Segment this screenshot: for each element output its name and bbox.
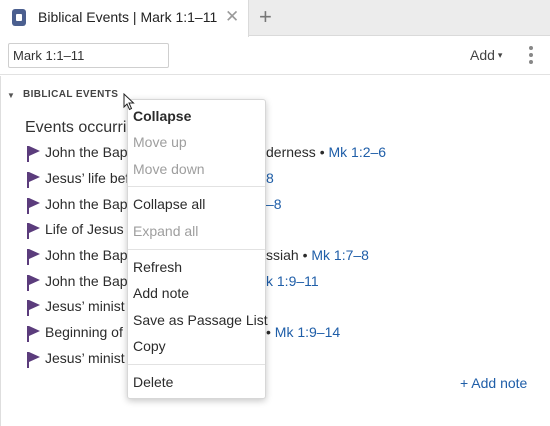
menu-item-move-down: Move down xyxy=(133,161,205,177)
event-label: Beginning of xyxy=(45,324,123,340)
section-title[interactable]: BIBLICAL EVENTS xyxy=(23,89,118,100)
flag-icon xyxy=(26,172,40,188)
event-label: John the Bap xyxy=(45,144,128,160)
context-menu: Collapse Move up Move down Collapse all … xyxy=(127,99,268,399)
event-reference-link[interactable]: k 1:9–11 xyxy=(266,273,319,289)
menu-item-copy[interactable]: Copy xyxy=(133,338,166,354)
new-tab-plus-icon[interactable]: + xyxy=(259,4,272,30)
collapse-caret-icon[interactable]: ▼ xyxy=(7,91,15,100)
tab-title: Biblical Events | Mark 1:1–11 xyxy=(38,9,218,25)
flag-icon xyxy=(26,223,40,239)
flag-icon xyxy=(26,275,40,291)
menu-divider xyxy=(128,249,265,250)
add-note-link[interactable]: + Add note xyxy=(460,375,527,391)
event-tail: • Mk 1:9–14 xyxy=(266,324,341,340)
panel-border xyxy=(0,76,1,426)
guide-icon xyxy=(12,9,26,26)
events-heading: Events occurrin xyxy=(25,119,136,136)
flag-icon xyxy=(26,249,40,265)
reference-input[interactable] xyxy=(8,43,169,68)
event-label: John the Bap xyxy=(45,273,128,289)
menu-divider xyxy=(128,364,265,365)
event-row[interactable]: Life of Jesus • xyxy=(26,221,546,243)
event-row[interactable]: John the Bap xyxy=(26,196,546,218)
more-options-icon[interactable] xyxy=(528,46,534,66)
menu-item-add-note[interactable]: Add note xyxy=(133,285,189,301)
menu-divider xyxy=(128,186,265,187)
event-row[interactable]: Jesus’ minist xyxy=(26,350,546,372)
event-reference-link[interactable]: –8 xyxy=(266,196,282,212)
event-label: Jesus’ life bef xyxy=(45,170,130,186)
event-label: Life of Jesus • xyxy=(45,221,133,237)
menu-item-save-passage-list[interactable]: Save as Passage List xyxy=(133,312,268,328)
menu-item-delete[interactable]: Delete xyxy=(133,374,173,390)
flag-icon xyxy=(26,352,40,368)
add-menu-button[interactable]: Add ▾ xyxy=(470,47,502,63)
menu-item-collapse[interactable]: Collapse xyxy=(133,108,191,124)
menu-item-move-up: Move up xyxy=(133,134,187,150)
tab-biblical-events[interactable]: Biblical Events | Mark 1:1–11 ✕ xyxy=(0,0,249,37)
event-row[interactable]: Jesus’ minist xyxy=(26,298,546,320)
menu-item-expand-all: Expand all xyxy=(133,223,199,239)
menu-item-collapse-all[interactable]: Collapse all xyxy=(133,196,205,212)
event-row[interactable]: Jesus’ life bef xyxy=(26,170,546,192)
flag-icon xyxy=(26,326,40,342)
event-tail: derness • Mk 1:2–6 xyxy=(266,144,387,160)
event-label: Jesus’ minist xyxy=(45,350,125,366)
event-reference-link[interactable]: Mk 1:2–6 xyxy=(329,144,387,160)
tab-bar: Biblical Events | Mark 1:1–11 ✕ + xyxy=(0,0,550,37)
event-label: John the Bap xyxy=(45,247,128,263)
chevron-down-icon: ▾ xyxy=(497,50,503,60)
event-tail: ssiah • Mk 1:7–8 xyxy=(266,247,369,263)
event-label: Jesus’ minist xyxy=(45,298,125,314)
close-icon[interactable]: ✕ xyxy=(225,7,239,27)
event-label: John the Bap xyxy=(45,196,128,212)
flag-icon xyxy=(26,300,40,316)
event-reference-link[interactable]: Mk 1:9–14 xyxy=(275,324,340,340)
event-reference-link[interactable]: 8 xyxy=(266,170,274,186)
add-label: Add xyxy=(470,47,495,63)
flag-icon xyxy=(26,146,40,162)
mouse-pointer-icon xyxy=(123,93,135,111)
event-reference-link[interactable]: Mk 1:7–8 xyxy=(311,247,369,263)
toolbar: Add▾ xyxy=(0,37,550,75)
menu-item-refresh[interactable]: Refresh xyxy=(133,259,182,275)
flag-icon xyxy=(26,198,40,214)
